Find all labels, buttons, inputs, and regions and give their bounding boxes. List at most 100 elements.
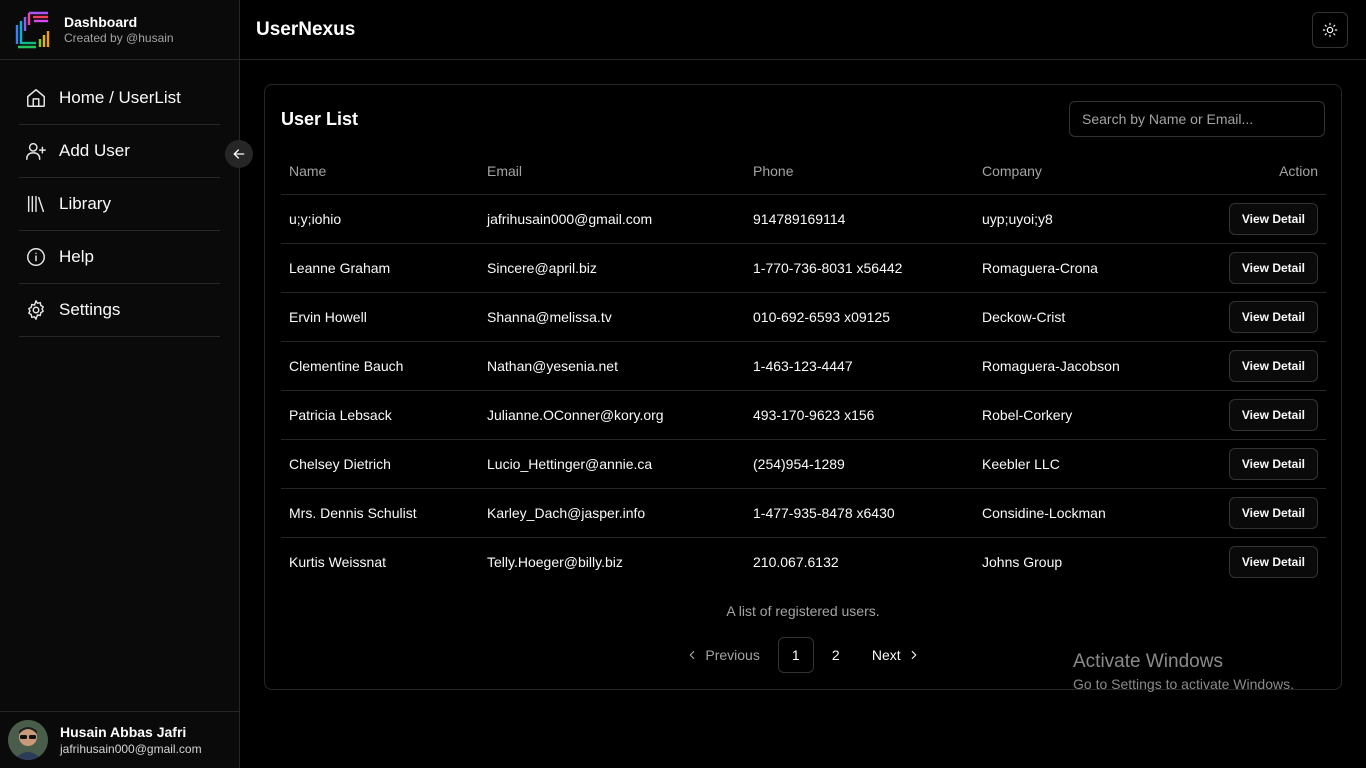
cell-company: Considine-Lockman xyxy=(974,488,1174,538)
cell-action: View Detail xyxy=(1174,243,1326,293)
sidebar-nav: Home / UserList Add User Library Help Se… xyxy=(0,60,239,337)
table-header-row: Name Email Phone Company Action xyxy=(281,149,1326,195)
cell-phone: 1-770-736-8031 x56442 xyxy=(745,243,974,293)
cell-name: u;y;iohio xyxy=(281,194,479,244)
gear-icon xyxy=(28,300,44,320)
cell-company: Keebler LLC xyxy=(974,439,1174,489)
column-header-company: Company xyxy=(974,149,1174,195)
cell-company: Johns Group xyxy=(982,553,1063,570)
cell-company: uyp;uyoi;y8 xyxy=(974,194,1174,244)
sidebar-item-label: Home / UserList xyxy=(59,88,181,107)
cell-action: View Detail xyxy=(1174,537,1326,586)
theme-toggle-button[interactable] xyxy=(1312,12,1348,48)
cell-action: View Detail xyxy=(1174,439,1326,489)
brand[interactable]: Dashboard Created by @husain xyxy=(0,0,239,60)
table-row: Clementine Bauch Nathan@yesenia.net 1-46… xyxy=(281,341,1326,391)
cell-action: View Detail xyxy=(1174,194,1326,244)
collapse-sidebar-button[interactable] xyxy=(225,140,253,168)
sidebar-item-label: Library xyxy=(59,194,111,213)
page-title: User List xyxy=(281,109,359,129)
cell-email: Lucio_Hettinger@annie.ca xyxy=(479,439,745,489)
table-row: Ervin Howell Shanna@melissa.tv 010-692-6… xyxy=(281,292,1326,342)
user-list-card: User List Name Email Phone Company Actio… xyxy=(264,84,1342,690)
previous-page-button[interactable]: Previous xyxy=(675,637,769,673)
table-row: u;y;iohio jafrihusain000@gmail.com 91478… xyxy=(281,194,1326,244)
cell-action: View Detail xyxy=(1174,292,1326,342)
cell-name: Mrs. Dennis Schulist xyxy=(281,488,479,538)
cell-email: jafrihusain000@gmail.com xyxy=(479,194,745,244)
sidebar-item-label: Settings xyxy=(59,300,121,319)
cell-action: View Detail xyxy=(1174,390,1326,440)
table-row: Mrs. Dennis Schulist Karley_Dach@jasper.… xyxy=(281,488,1326,538)
arrow-left-icon xyxy=(233,149,245,159)
cell-action: View Detail xyxy=(1174,341,1326,391)
view-detail-button[interactable]: View Detail xyxy=(1228,545,1318,578)
next-label: Next xyxy=(871,647,901,663)
cell-email: Shanna@melissa.tv xyxy=(479,292,745,342)
sun-icon xyxy=(1322,22,1338,38)
sidebar-item-library[interactable]: Library xyxy=(19,178,220,231)
view-detail-button[interactable]: View Detail xyxy=(1228,349,1318,382)
sidebar-item-home[interactable]: Home / UserList xyxy=(19,72,220,125)
view-detail-button[interactable]: View Detail xyxy=(1228,202,1318,235)
user-profile[interactable]: Husain Abbas Jafri jafrihusain000@gmail.… xyxy=(0,711,239,768)
view-detail-button[interactable]: View Detail xyxy=(1228,300,1318,333)
cell-company: Romaguera-Crona xyxy=(974,243,1174,293)
cell-name: Kurtis Weissnat xyxy=(289,553,386,570)
cell-email: Telly.Hoeger@billy.biz xyxy=(487,553,623,570)
watermark-title: Activate Windows xyxy=(1073,651,1223,672)
cell-company: Robel-Corkery xyxy=(974,390,1174,440)
previous-label: Previous xyxy=(705,647,760,663)
user-name: Husain Abbas Jafri xyxy=(60,723,187,740)
avatar xyxy=(8,720,48,760)
table-row: Patricia Lebsack Julianne.OConner@kory.o… xyxy=(281,390,1326,440)
home-icon xyxy=(27,89,45,107)
view-detail-button[interactable]: View Detail xyxy=(1228,398,1318,431)
cell-action: View Detail xyxy=(1174,488,1326,538)
user-plus-icon xyxy=(26,142,46,160)
cell-email: Sincere@april.biz xyxy=(479,243,745,293)
brand-title: Dashboard xyxy=(64,13,138,30)
info-icon xyxy=(27,248,45,266)
view-detail-button[interactable]: View Detail xyxy=(1228,496,1318,529)
cell-company: Deckow-Crist xyxy=(974,292,1174,342)
cell-phone: 493-170-9623 x156 xyxy=(745,390,974,440)
view-detail-button[interactable]: View Detail xyxy=(1228,251,1318,284)
cell-email: Nathan@yesenia.net xyxy=(479,341,745,391)
cell-company: Romaguera-Jacobson xyxy=(974,341,1174,391)
windows-activation-watermark: Activate Windows Go to Settings to activ… xyxy=(1073,651,1294,694)
logo-icon xyxy=(15,11,50,48)
sidebar-item-help[interactable]: Help xyxy=(19,231,220,284)
table-row: Chelsey Dietrich Lucio_Hettinger@annie.c… xyxy=(281,439,1326,489)
column-header-action: Action xyxy=(1174,149,1326,195)
sidebar-item-label: Help xyxy=(59,247,94,266)
search-input[interactable] xyxy=(1069,101,1325,137)
cell-phone: 1-463-123-4447 xyxy=(745,341,974,391)
sidebar-item-label: Add User xyxy=(59,141,130,160)
page-1-button[interactable]: 1 xyxy=(777,637,814,673)
sidebar-item-settings[interactable]: Settings xyxy=(19,284,220,337)
table-row: Leanne Graham Sincere@april.biz 1-770-73… xyxy=(281,243,1326,293)
table-caption: A list of registered users. xyxy=(726,603,880,619)
cell-name: Clementine Bauch xyxy=(281,341,479,391)
cell-phone: 914789169114 xyxy=(745,194,974,244)
user-table: Name Email Phone Company Action u;y;iohi… xyxy=(281,149,1326,586)
cell-name: Patricia Lebsack xyxy=(281,390,479,440)
column-header-phone: Phone xyxy=(745,149,974,195)
app-title: UserNexus xyxy=(256,18,356,40)
watermark-subtitle: Go to Settings to activate Windows. xyxy=(1073,676,1294,692)
page-2-button[interactable]: 2 xyxy=(818,637,854,673)
column-header-email: Email xyxy=(479,149,745,195)
cell-phone: 1-477-935-8478 x6430 xyxy=(745,488,974,538)
header: UserNexus xyxy=(240,0,1366,60)
brand-subtitle: Created by @husain xyxy=(64,30,174,45)
cell-name: Chelsey Dietrich xyxy=(281,439,479,489)
column-header-name: Name xyxy=(281,149,479,195)
cell-phone: (254)954-1289 xyxy=(745,439,974,489)
chevron-left-icon xyxy=(690,650,695,660)
view-detail-button[interactable]: View Detail xyxy=(1228,447,1318,480)
chevron-right-icon xyxy=(911,650,916,660)
next-page-button[interactable]: Next xyxy=(862,637,931,673)
user-email: jafrihusain000@gmail.com xyxy=(60,741,202,756)
sidebar-item-add-user[interactable]: Add User xyxy=(19,125,220,178)
